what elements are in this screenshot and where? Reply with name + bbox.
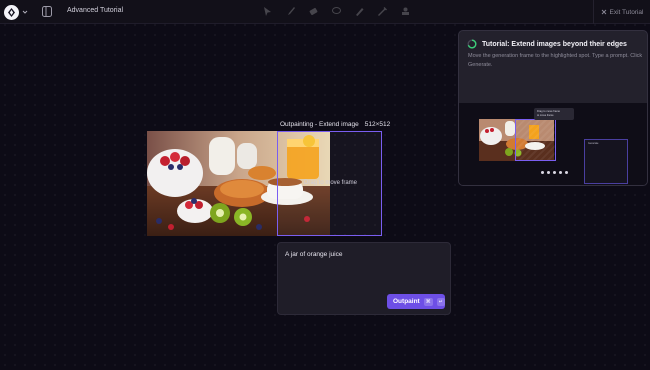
chevron-down-icon	[22, 10, 28, 14]
page-dot[interactable]	[552, 171, 556, 174]
eraser-icon[interactable]	[308, 6, 319, 17]
lasso-icon[interactable]	[331, 6, 342, 17]
tutorial-pagination	[459, 171, 647, 174]
prompt-input[interactable]: A jar of orange juice	[285, 251, 342, 258]
preview-tooltip-body: to move frame	[537, 113, 554, 117]
tutorial-card-description: Move the generation frame to the highlig…	[468, 53, 643, 68]
page-dot[interactable]	[564, 171, 568, 174]
frame-label: Outpainting - Extend image 512×512	[280, 121, 390, 128]
frame-size: 512×512	[364, 121, 391, 128]
preview-generation-frame	[515, 119, 556, 161]
command-key-icon: ⌘	[423, 297, 433, 306]
tutorial-card-header: Tutorial: Extend images beyond their edg…	[467, 39, 627, 49]
prompt-box[interactable]: A jar of orange juice Outpaint ⌘ ↵	[277, 242, 451, 315]
progress-ring-icon	[467, 39, 477, 49]
drag-hint: Drag to move frame	[304, 180, 358, 186]
enter-key-icon: ↵	[436, 297, 445, 306]
pencil-icon[interactable]	[377, 6, 388, 17]
preview-panel: Generate	[584, 139, 628, 184]
exit-tutorial-button[interactable]: Exit Tutorial	[593, 0, 650, 24]
outpaint-button-label: Outpaint	[393, 298, 420, 305]
app-menu-button[interactable]	[4, 4, 30, 20]
page-dot[interactable]	[558, 171, 562, 174]
sidebar-toggle-icon[interactable]	[42, 6, 52, 17]
outpaint-button[interactable]: Outpaint ⌘ ↵	[387, 294, 445, 309]
toolbar	[262, 6, 411, 17]
close-icon	[601, 9, 606, 15]
tutorial-card: Tutorial: Extend images beyond their edg…	[458, 30, 648, 186]
frame-label-text: Outpainting - Extend image	[280, 121, 359, 128]
brush-icon[interactable]	[285, 6, 296, 17]
generation-frame[interactable]: Drag to move frame	[277, 131, 382, 236]
preview-tooltip: Drag to move frame to move frame	[534, 108, 574, 120]
stamp-icon[interactable]	[400, 6, 411, 17]
tutorial-title: Advanced Tutorial	[67, 7, 124, 14]
top-bar: Advanced Tutorial Exit Tutorial	[0, 0, 650, 24]
page-dot[interactable]	[546, 171, 550, 174]
pen-icon[interactable]	[354, 6, 365, 17]
exit-tutorial-label: Exit Tutorial	[609, 8, 644, 16]
preview-panel-label: Generate	[588, 142, 599, 145]
app-logo-icon	[4, 4, 19, 20]
pointer-icon[interactable]	[262, 6, 273, 17]
page-dot[interactable]	[540, 171, 544, 174]
tutorial-card-title: Tutorial: Extend images beyond their edg…	[482, 40, 627, 48]
